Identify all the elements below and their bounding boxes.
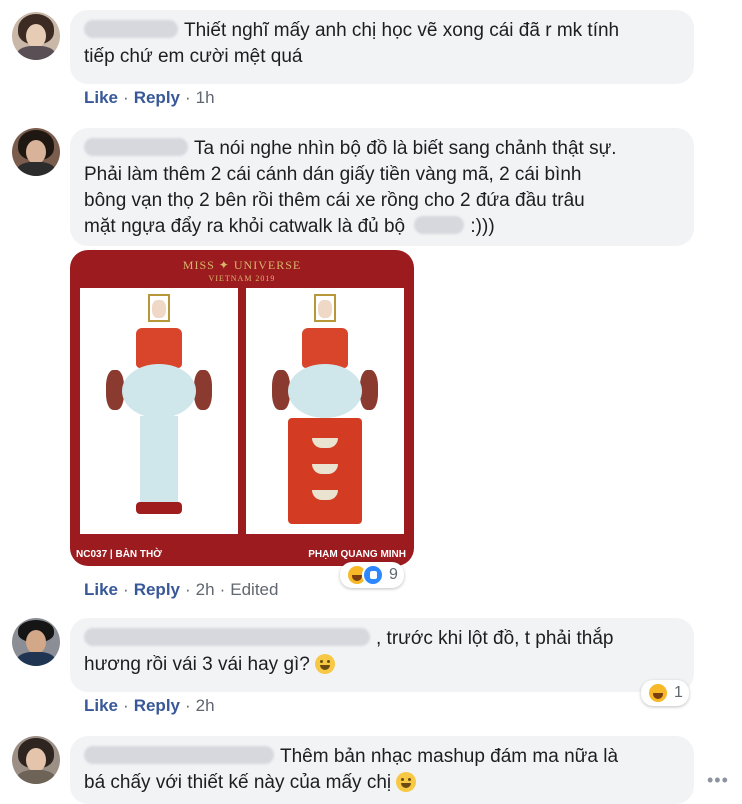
- avatar[interactable]: [12, 736, 60, 784]
- haha-reaction-icon: [647, 682, 669, 704]
- like-link[interactable]: Like: [84, 88, 118, 107]
- blurred-author-name[interactable]: [84, 138, 188, 156]
- comment-text-end: :))): [470, 216, 495, 237]
- comment-text: Thêm bản nhạc mashup đám ma nữa là: [280, 746, 619, 767]
- comment-text: mặt ngựa đẩy ra khỏi catwalk là đủ bộ: [84, 216, 406, 237]
- avatar[interactable]: [12, 12, 60, 60]
- poster-title: MISS ✦ UNIVERSE: [182, 258, 302, 272]
- poster-caption-right: PHẠM QUANG MINH: [308, 549, 406, 560]
- comment-actions: Like · Reply · 2h · Edited: [84, 580, 279, 599]
- comment-bubble: Thêm bản nhạc mashup đám ma nữa là bá ch…: [70, 736, 694, 804]
- avatar[interactable]: [12, 128, 60, 176]
- blurred-author-name[interactable]: [84, 20, 178, 38]
- avatar[interactable]: [12, 618, 60, 666]
- like-link[interactable]: Like: [84, 580, 118, 599]
- comment-actions: Like · Reply · 1h: [84, 88, 215, 107]
- reaction-count: 9: [389, 566, 398, 583]
- timestamp[interactable]: 1h: [196, 88, 215, 107]
- reply-link[interactable]: Reply: [134, 580, 180, 599]
- costume-sketch-front: [80, 288, 238, 534]
- like-reaction-icon: [362, 564, 384, 586]
- poster-caption-left: NC037 | BÀN THỜ: [76, 549, 162, 560]
- timestamp[interactable]: 2h: [196, 580, 215, 599]
- comment-text: hương rồi vái 3 vái hay gì?: [84, 654, 310, 675]
- reply-link[interactable]: Reply: [134, 696, 180, 715]
- comment-text: Thiết nghĩ mấy anh chị học vẽ xong cái đ…: [184, 20, 620, 41]
- poster-header: MISS ✦ UNIVERSE VIETNAM 2019: [70, 258, 414, 283]
- blurred-mention[interactable]: [414, 216, 465, 234]
- more-options-icon[interactable]: •••: [707, 770, 729, 791]
- comment-text: Ta nói nghe nhìn bộ đồ là biết sang chản…: [194, 138, 617, 159]
- comment-bubble: Ta nói nghe nhìn bộ đồ là biết sang chản…: [70, 128, 694, 246]
- timestamp[interactable]: 2h: [196, 696, 215, 715]
- smile-emoji-icon: [315, 654, 336, 674]
- comment-text: , trước khi lột đồ, t phải thắp: [376, 628, 614, 649]
- comment-text: bá chấy với thiết kế này của mấy chị: [84, 772, 392, 793]
- comment-actions: Like · Reply · 2h: [84, 696, 215, 715]
- comment-bubble: , trước khi lột đồ, t phải thắp hương rồ…: [70, 618, 694, 692]
- poster-subtitle: VIETNAM 2019: [208, 274, 276, 283]
- reply-link[interactable]: Reply: [134, 88, 180, 107]
- blurred-author-name[interactable]: [84, 746, 274, 764]
- reaction-count: 1: [674, 684, 683, 701]
- like-link[interactable]: Like: [84, 696, 118, 715]
- comment-text: tiếp chứ em cười mệt quá: [84, 46, 303, 67]
- reaction-summary[interactable]: 1: [641, 680, 689, 706]
- costume-sketch-back: [246, 288, 404, 534]
- sweat-smile-emoji-icon: [396, 772, 417, 792]
- reaction-summary[interactable]: 9: [340, 562, 404, 588]
- comment-text: Phải làm thêm 2 cái cánh dán giấy tiền v…: [84, 164, 582, 185]
- attached-image[interactable]: MISS ✦ UNIVERSE VIETNAM 2019 NC037 | BÀN…: [70, 250, 414, 566]
- edited-label[interactable]: Edited: [230, 580, 278, 599]
- blurred-author-name[interactable]: [84, 628, 370, 646]
- comment-bubble: Thiết nghĩ mấy anh chị học vẽ xong cái đ…: [70, 10, 694, 84]
- comment-text: bông vạn thọ 2 bên rồi thêm cái xe rồng …: [84, 190, 585, 211]
